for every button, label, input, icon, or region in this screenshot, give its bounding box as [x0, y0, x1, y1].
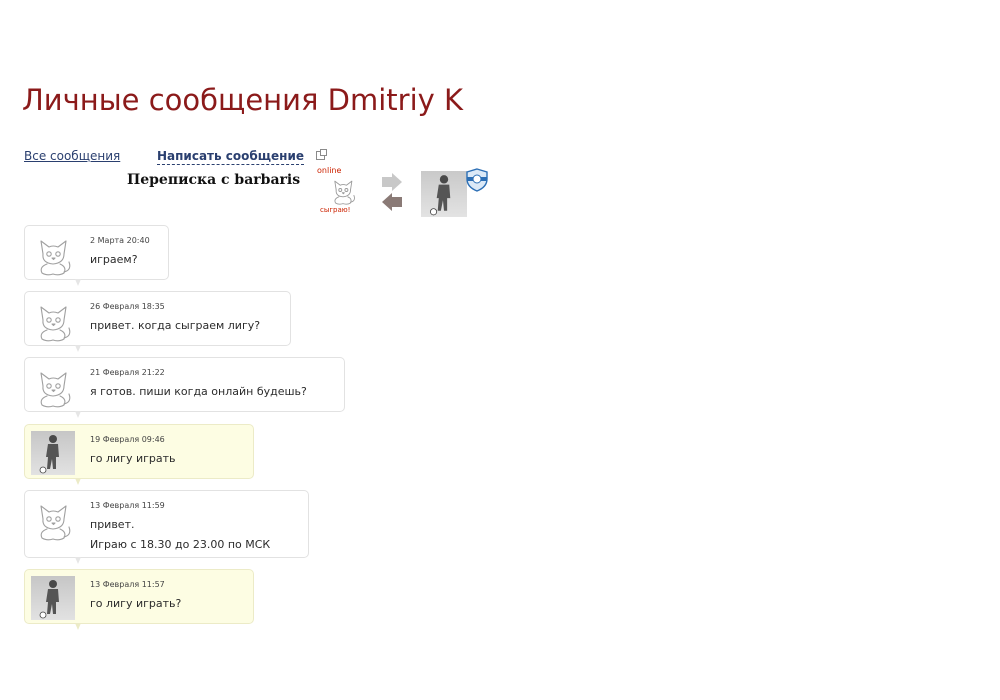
message-text: привет. когда сыграем лигу? [90, 319, 261, 332]
message-line: Играю с 18.30 до 23.00 по МСК [90, 538, 271, 551]
message-text: я готов. пиши когда онлайн будешь? [90, 385, 307, 398]
footballer-icon [31, 431, 75, 475]
cat-icon [40, 306, 71, 342]
message-line: привет. [90, 518, 135, 531]
cat-icon [334, 180, 355, 205]
message-item: 21 Февраля 21:22 я готов. пиши когда онл… [24, 357, 345, 418]
message-item: 19 Февраля 09:46 го лигу играть [24, 424, 254, 485]
conversation-title: Переписка с barbaris [127, 172, 301, 188]
all-messages-link[interactable]: Все сообщения [24, 148, 120, 164]
message-time: 2 Марта 20:40 [90, 236, 150, 245]
message-time: 26 Февраля 18:35 [90, 302, 165, 311]
message-text: го лигу играть [90, 452, 176, 465]
message-text: играем? [90, 253, 138, 266]
cat-icon [40, 240, 71, 276]
footballer-icon [31, 576, 75, 620]
message-text: привет. Играю с 18.30 до 23.00 по МСК [90, 515, 270, 555]
message-time: 13 Февраля 11:57 [90, 580, 165, 589]
footballer-icon [429, 175, 451, 216]
write-message-link[interactable]: Написать сообщение [157, 148, 304, 165]
message-text: го лигу играть? [90, 597, 182, 610]
partner-avatar[interactable]: online сыграю! [314, 166, 362, 216]
message-item: 26 Февраля 18:35 привет. когда сыграем л… [24, 291, 291, 352]
message-time: 19 Февраля 09:46 [90, 435, 165, 444]
page-title: Личные сообщения Dmitriy K [22, 83, 464, 117]
cat-icon [40, 372, 71, 408]
message-item: 2 Марта 20:40 играем? [24, 225, 169, 286]
message-time: 13 Февраля 11:59 [90, 501, 165, 510]
message-time: 21 Февраля 21:22 [90, 368, 165, 377]
swap-arrows-icon[interactable] [380, 172, 404, 212]
message-item: 13 Февраля 11:57 го лигу играть? [24, 569, 254, 630]
shield-icon [466, 168, 488, 192]
cat-icon [40, 505, 71, 541]
messages-page: Личные сообщения Dmitriy K Все сообщения… [0, 0, 1000, 700]
external-link-icon[interactable] [316, 149, 327, 160]
play-badge: сыграю! [320, 206, 351, 214]
message-item: 13 Февраля 11:59 привет. Играю с 18.30 д… [24, 490, 309, 564]
my-avatar[interactable] [421, 171, 467, 217]
